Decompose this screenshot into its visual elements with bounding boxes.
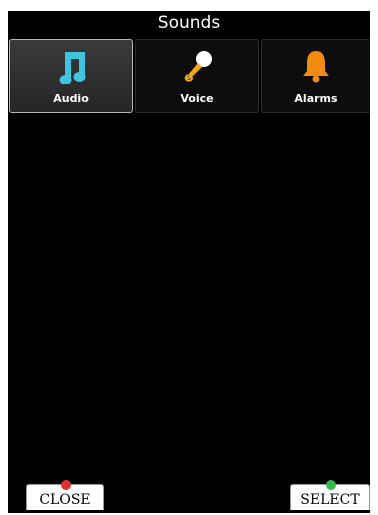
music-note-icon [10,48,132,84]
close-button-label: CLOSE [39,492,91,508]
tab-voice[interactable]: Voice [135,39,259,113]
microphone-icon [136,48,258,84]
page-title: Sounds [157,13,221,33]
close-button[interactable]: CLOSE [26,480,104,510]
tab-alarms[interactable]: Alarms [261,39,370,113]
sounds-screen: Sounds Audio Voice Alarms [8,11,370,513]
select-badge-icon [326,480,336,490]
tab-label-audio: Audio [53,92,89,105]
close-badge-icon [61,480,71,490]
select-button-label: SELECT [300,492,360,508]
sound-category-tabs: Audio Voice Alarms [9,39,370,113]
tab-label-alarms: Alarms [294,92,338,105]
tab-audio[interactable]: Audio [9,39,133,113]
select-button[interactable]: SELECT [290,480,370,510]
bell-icon [262,48,370,84]
tab-label-voice: Voice [180,92,214,105]
